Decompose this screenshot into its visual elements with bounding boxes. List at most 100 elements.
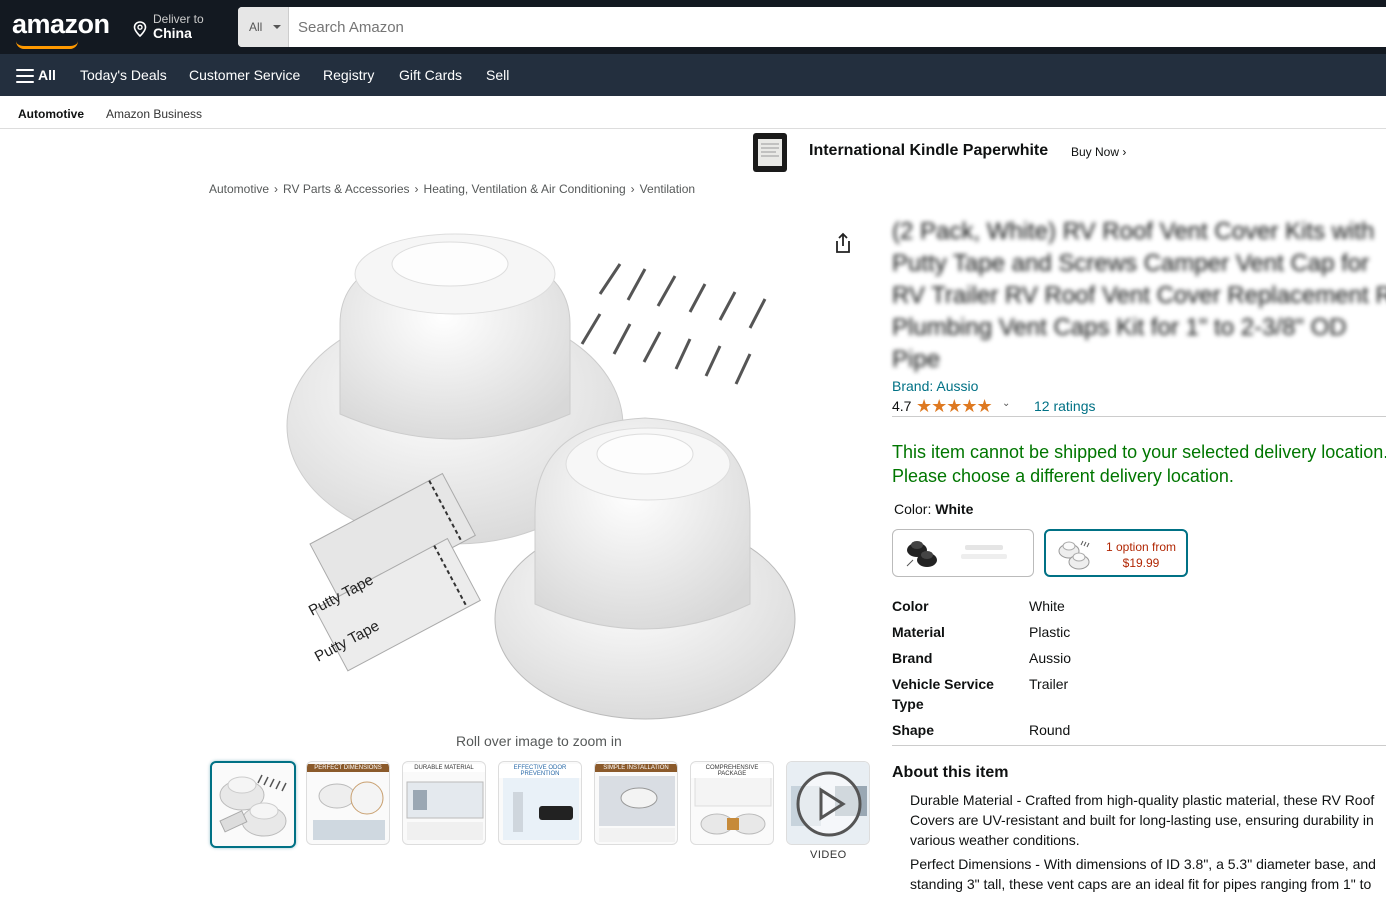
search-category-label: All <box>249 20 263 34</box>
play-icon <box>796 771 862 837</box>
bullet-line: standing 3" tall, these vent caps are an… <box>910 876 1372 892</box>
search-bar: All <box>238 7 1386 47</box>
shipping-notice-line: Please choose a different delivery locat… <box>892 466 1234 486</box>
nav-todays-deals[interactable]: Today's Deals <box>80 67 167 83</box>
swatch-price-value: $19.99 <box>1122 556 1160 570</box>
thumbnail-image <box>219 774 287 837</box>
color-swatch-black[interactable] <box>892 529 1034 577</box>
swatch-price-placeholder <box>961 554 1007 559</box>
white-vent-swatch-image <box>1058 540 1090 570</box>
product-title-line: (2 Pack, White) RV Roof Vent Cover Kits … <box>892 218 1375 245</box>
thumbnail-4[interactable]: EFFECTIVE ODOR PREVENTION <box>498 761 582 845</box>
video-label: VIDEO <box>810 849 847 861</box>
about-this-item-heading: About this item <box>892 764 1009 781</box>
breadcrumb-automotive[interactable]: Automotive <box>209 182 269 196</box>
spec-value: Plastic <box>1029 624 1071 640</box>
thumbnail-5[interactable]: SIMPLE INSTALLATION <box>594 761 678 845</box>
bullet-line: Perfect Dimensions - With dimensions of … <box>910 856 1376 872</box>
spec-value: Round <box>1029 722 1071 738</box>
nav-customer-service[interactable]: Customer Service <box>189 67 300 83</box>
spec-value: White <box>1029 598 1065 614</box>
thumbnail-caption: SIMPLE INSTALLATION <box>595 764 677 772</box>
color-label: Color: <box>894 501 932 517</box>
breadcrumb-hvac[interactable]: Heating, Ventilation & Air Conditioning <box>424 182 626 196</box>
thumbnail-image <box>406 781 484 840</box>
logo-smile <box>16 41 78 49</box>
spec-key: Shape <box>892 722 935 738</box>
thumbnail-video[interactable] <box>786 761 870 845</box>
ad-title: International Kindle Paperwhite <box>809 142 1049 159</box>
thumbnail-image <box>313 781 385 840</box>
about-bullet: Durable Material - Crafted from high-qua… <box>910 790 1386 850</box>
spec-key: Brand <box>892 650 933 666</box>
thumbnail-caption: PERFECT DIMENSIONS <box>307 764 389 772</box>
nav-bar: All Today's Deals Customer Service Regis… <box>0 54 1386 96</box>
product-title-line: Putty Tape and Screws Camper Vent Cap fo… <box>892 250 1370 277</box>
breadcrumb-rv-parts[interactable]: RV Parts & Accessories <box>283 182 410 196</box>
bullet-line: various weather conditions. <box>910 832 1080 848</box>
color-selector-label: Color: White <box>894 501 973 517</box>
search-category-dropdown[interactable]: All <box>238 7 289 47</box>
thumbnail-3[interactable]: DURABLE MATERIAL <box>402 761 486 845</box>
location-pin-icon <box>133 21 147 37</box>
amazon-logo[interactable]: amazon <box>12 9 110 49</box>
rating-summary: 4.7 ★★★★★ ⌄ 12 ratings <box>892 396 1095 416</box>
color-swatch-white[interactable]: 1 option from $19.99 <box>1044 529 1188 577</box>
thumbnail-caption: DURABLE MATERIAL <box>403 764 485 772</box>
rv-vent-cover-kit-image[interactable]: Putty Tape Putty Tape <box>280 214 800 724</box>
breadcrumb-separator: › <box>274 182 279 196</box>
logo-text: amazon <box>12 9 110 39</box>
swatch-price: 1 option from $19.99 <box>1098 539 1184 571</box>
thumbnail-caption: COMPREHENSIVE PACKAGE <box>691 764 773 778</box>
divider <box>892 745 1386 746</box>
nav-all-button[interactable]: All <box>38 67 56 83</box>
share-icon[interactable] <box>833 232 853 254</box>
thumbnail-caption: EFFECTIVE ODOR PREVENTION <box>499 764 581 778</box>
hamburger-menu-icon[interactable] <box>16 69 34 83</box>
breadcrumb-separator: › <box>630 182 635 196</box>
nav-gift-cards[interactable]: Gift Cards <box>399 67 462 83</box>
search-input[interactable] <box>290 7 1380 47</box>
spec-key: Material <box>892 624 945 640</box>
thumbnail-1[interactable] <box>210 761 296 848</box>
breadcrumb-ventilation[interactable]: Ventilation <box>640 182 695 196</box>
product-title-line: Plumbing Vent Caps Kit for 1" to 2-3/8" … <box>892 314 1347 341</box>
black-vent-swatch-image <box>906 541 937 567</box>
chevron-down-icon[interactable]: ⌄ <box>1002 398 1010 409</box>
sub-nav: Automotive Amazon Business <box>0 96 1386 129</box>
color-value: White <box>935 501 974 517</box>
nav-sell[interactable]: Sell <box>486 67 509 83</box>
thumbnail-2[interactable]: PERFECT DIMENSIONS <box>306 761 390 845</box>
subnav-automotive[interactable]: Automotive <box>18 107 84 121</box>
zoom-hint: Roll over image to zoom in <box>456 733 622 749</box>
chevron-down-icon <box>273 25 281 29</box>
product-title-line: RV Trailer RV Roof Vent Cover Replacemen… <box>892 282 1386 309</box>
nav-registry[interactable]: Registry <box>323 67 374 83</box>
top-bar: amazon Deliver to China All <box>0 0 1386 54</box>
subnav-amazon-business[interactable]: Amazon Business <box>106 107 202 121</box>
bullet-line: Covers are UV-resistant and built for lo… <box>910 812 1374 828</box>
divider <box>892 416 1386 417</box>
ad-buy-now-link[interactable]: Buy Now › <box>1071 145 1126 159</box>
breadcrumb-separator: › <box>414 182 419 196</box>
breadcrumb: Automotive › RV Parts & Accessories › Heatin… <box>209 182 695 196</box>
shipping-notice-line: This item cannot be shipped to your sele… <box>892 442 1386 462</box>
deliver-to-country: China <box>153 25 192 41</box>
bullet-line: Durable Material - Crafted from high-qua… <box>910 792 1375 808</box>
ratings-count-link[interactable]: 12 ratings <box>1034 398 1095 414</box>
spec-value: Aussio <box>1029 650 1072 666</box>
spec-key: Color <box>892 598 929 614</box>
thumbnail-6[interactable]: COMPREHENSIVE PACKAGE <box>690 761 774 845</box>
swatch-option-count: 1 option from <box>1105 540 1177 554</box>
shipping-notice: This item cannot be shipped to your sele… <box>892 440 1386 488</box>
spec-value: Trailer <box>1029 676 1069 692</box>
brand-link[interactable]: Brand: Aussio <box>892 378 978 394</box>
about-bullet: Perfect Dimensions - With dimensions of … <box>910 854 1386 894</box>
product-title: (2 Pack, White) RV Roof Vent Cover Kits … <box>892 216 1386 376</box>
rating-value: 4.7 <box>892 398 912 414</box>
swatch-price-placeholder <box>965 545 1003 550</box>
star-rating-icon[interactable]: ★★★★★ <box>916 396 993 417</box>
kindle-ad-banner[interactable]: International Kindle Paperwhite Buy Now … <box>750 131 1150 173</box>
spec-key: Vehicle Service Type <box>892 676 994 712</box>
kindle-device-icon <box>753 133 787 172</box>
